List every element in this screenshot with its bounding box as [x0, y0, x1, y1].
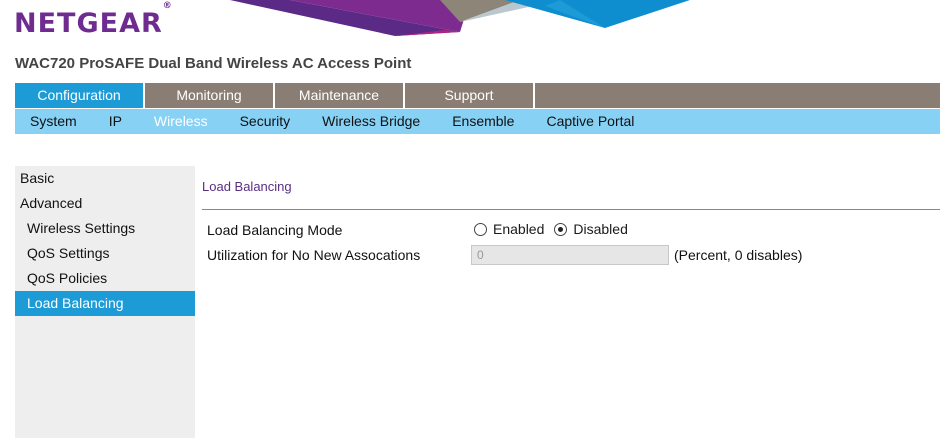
utilization-note: (Percent, 0 disables): [674, 247, 803, 263]
subtab-ip[interactable]: IP: [94, 109, 139, 134]
sidebar-item-qos-policies[interactable]: QoS Policies: [15, 266, 195, 291]
utilization-input[interactable]: [471, 245, 669, 265]
subtab-system[interactable]: System: [15, 109, 94, 134]
tab-monitoring[interactable]: Monitoring: [145, 83, 275, 108]
tab-support[interactable]: Support: [405, 83, 535, 108]
sidebar-item-load-balancing[interactable]: Load Balancing: [15, 291, 195, 316]
sidebar: Basic Advanced Wireless Settings QoS Set…: [15, 166, 195, 438]
load-balancing-mode-label: Load Balancing Mode: [207, 222, 343, 238]
subtab-captive-portal[interactable]: Captive Portal: [531, 109, 651, 134]
utilization-label: Utilization for No New Assocations: [207, 247, 421, 263]
sidebar-item-basic[interactable]: Basic: [15, 166, 195, 191]
disabled-radio[interactable]: [554, 222, 568, 236]
subtab-wireless[interactable]: Wireless: [139, 109, 225, 134]
disabled-radio-label[interactable]: Disabled: [573, 221, 627, 237]
sidebar-item-advanced[interactable]: Advanced: [15, 191, 195, 216]
tab-maintenance[interactable]: Maintenance: [275, 83, 405, 108]
load-balancing-mode-radio-group: Enabled Disabled: [474, 221, 638, 237]
subtab-security[interactable]: Security: [225, 109, 308, 134]
header: NETGEAR®: [0, 0, 940, 48]
enabled-radio[interactable]: [474, 222, 487, 236]
tab-configuration[interactable]: Configuration: [15, 83, 145, 108]
sidebar-item-wireless-settings[interactable]: Wireless Settings: [15, 216, 195, 241]
top-navigation: Configuration Monitoring Maintenance Sup…: [15, 83, 940, 108]
enabled-radio-label[interactable]: Enabled: [493, 221, 544, 237]
section-title: Load Balancing: [202, 179, 292, 194]
sidebar-item-qos-settings[interactable]: QoS Settings: [15, 241, 195, 266]
product-title: WAC720 ProSAFE Dual Band Wireless AC Acc…: [15, 55, 412, 72]
subtab-ensemble[interactable]: Ensemble: [437, 109, 531, 134]
section-divider: [202, 209, 940, 210]
subtab-wireless-bridge[interactable]: Wireless Bridge: [307, 109, 437, 134]
netgear-logo[interactable]: NETGEAR®: [14, 1, 173, 39]
sub-navigation: System IP Wireless Security Wireless Bri…: [15, 109, 940, 134]
